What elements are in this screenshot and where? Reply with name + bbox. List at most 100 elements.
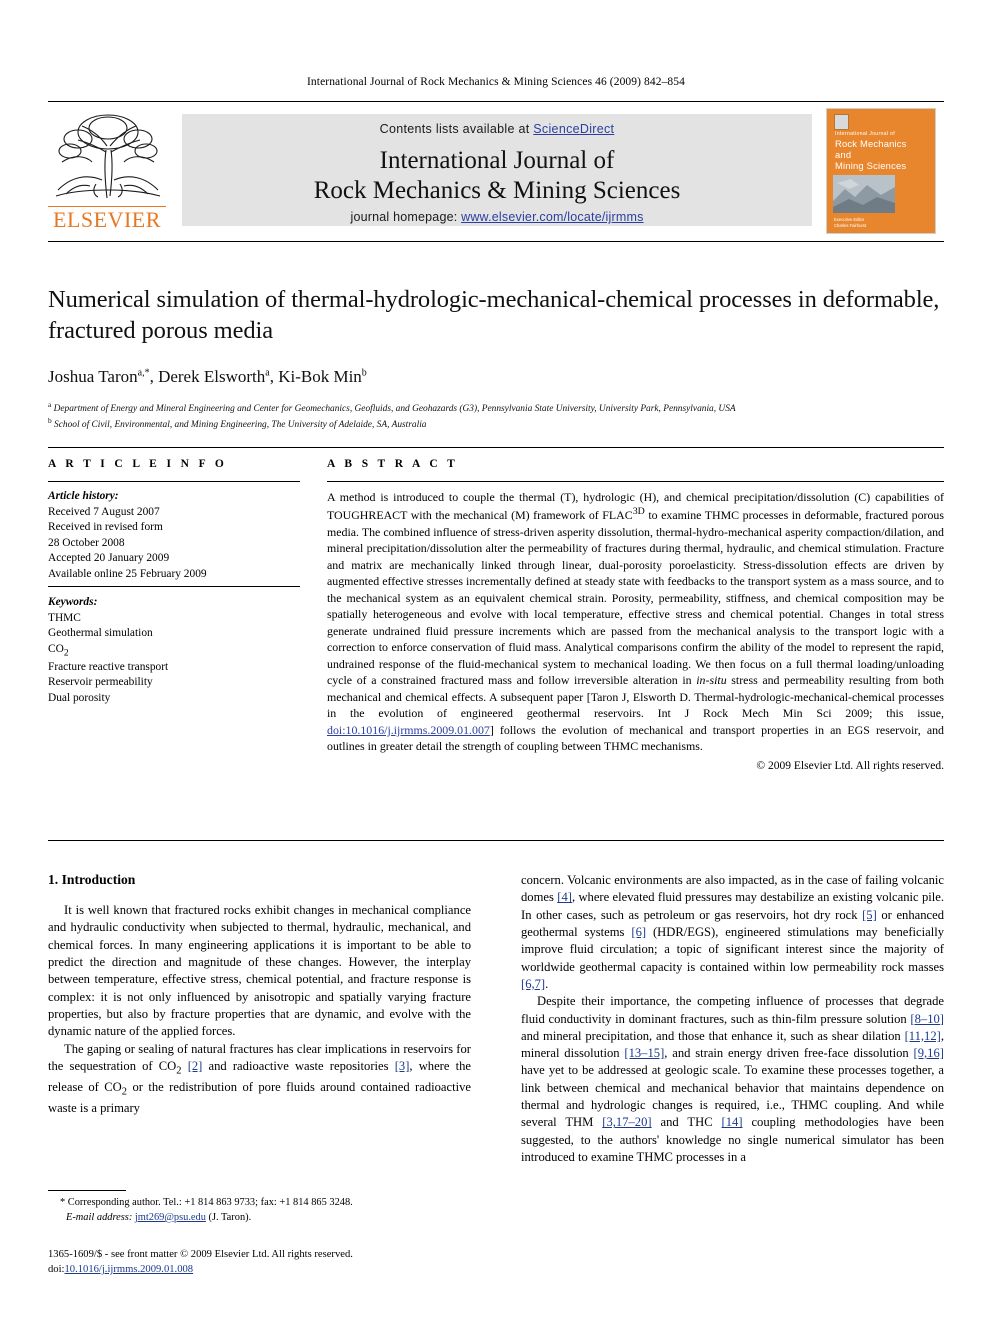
citation-ref[interactable]: [2] — [188, 1059, 203, 1073]
contents-lists-line: Contents lists available at ScienceDirec… — [182, 122, 812, 136]
abstract-text: A method is introduced to couple the the… — [327, 489, 944, 755]
journal-homepage-line: journal homepage: www.elsevier.com/locat… — [182, 210, 812, 224]
article-history-item: Received 7 August 2007 — [48, 505, 160, 518]
article-history-label: Article history: — [48, 490, 119, 502]
subscript: 2 — [176, 1065, 182, 1077]
citation-ref[interactable]: [3,17–20] — [602, 1115, 651, 1129]
cover-title-line2: and — [835, 149, 852, 161]
journal-homepage-link[interactable]: www.elsevier.com/locate/ijrmms — [461, 210, 643, 224]
affiliations: a Department of Energy and Mineral Engin… — [48, 400, 944, 433]
journal-cover-thumbnail: International Journal of Rock Mechanics … — [826, 108, 936, 234]
contents-lists-prefix: Contents lists available at — [379, 122, 534, 136]
footnote-rule — [48, 1190, 126, 1191]
article-info-column: A R T I C L E I N F O Article history: R… — [48, 458, 300, 706]
keyword-item: Dual porosity — [48, 691, 111, 704]
para-text: and mineral precipitation, and those tha… — [521, 1028, 905, 1043]
journal-masthead: ELSEVIER Contents lists available at Sci… — [48, 104, 944, 236]
para-text: , and strain energy driven free-face dis… — [664, 1046, 914, 1061]
abstract-part2: to examine THMC processes in deformable,… — [327, 508, 945, 688]
article-history-item: 28 October 2008 — [48, 536, 125, 549]
sciencedirect-link[interactable]: ScienceDirect — [533, 122, 614, 136]
journal-title-line2: Rock Mechanics & Mining Sciences — [313, 176, 681, 204]
article-history-item: Accepted 20 January 2009 — [48, 552, 170, 564]
keyword-item: Fracture reactive transport — [48, 660, 169, 673]
email-label: E-mail address: — [66, 1211, 133, 1223]
citation-ref[interactable]: [9,16] — [914, 1046, 944, 1060]
abstract-column: A B S T R A C T A method is introduced t… — [327, 458, 944, 772]
email-link[interactable]: jmt269@psu.edu — [135, 1212, 206, 1223]
info-section-bottom-rule — [48, 840, 944, 841]
paragraph: It is well known that fractured rocks ex… — [48, 903, 471, 1039]
cover-subtitle: International Journal of — [835, 131, 895, 137]
article-history-item: Available online 25 February 2009 — [48, 567, 207, 580]
para-text: . — [545, 976, 549, 991]
page-title: Numerical simulation of thermal-hydrolog… — [48, 286, 940, 344]
keywords-label: Keywords: — [48, 596, 98, 608]
section-heading-introduction: 1. Introduction — [48, 872, 136, 887]
cover-title-line1: Rock Mechanics — [835, 138, 907, 149]
keyword-item: Geothermal simulation — [48, 627, 153, 639]
elsevier-tree-icon — [55, 114, 161, 199]
email-note: E-mail address: jmt269@psu.edu (J. Taron… — [48, 1211, 471, 1226]
flac-superscript: 3D — [632, 506, 645, 518]
citation-ref[interactable]: [6] — [631, 925, 646, 939]
running-head: International Journal of Rock Mechanics … — [307, 76, 685, 88]
citation-ref[interactable]: [8–10] — [910, 1012, 944, 1026]
article-history: Article history: Received 7 August 2007 … — [48, 489, 300, 582]
article-history-item: Received in revised form — [48, 521, 163, 533]
para-text: and THC — [651, 1115, 722, 1130]
footer-doi-link[interactable]: 10.1016/j.ijrmms.2009.01.008 — [64, 1264, 193, 1275]
cover-title: Rock Mechanics and Mining Sciences — [835, 138, 933, 171]
footer-doi-line: doi:10.1016/j.ijrmms.2009.01.008 — [48, 1262, 488, 1277]
citation-ref[interactable]: [4] — [557, 890, 572, 904]
article-info-heading: A R T I C L E I N F O — [48, 458, 228, 470]
citation-ref[interactable]: [11,12] — [905, 1029, 941, 1043]
citation-ref[interactable]: [14] — [722, 1115, 743, 1129]
cover-photo-image — [833, 175, 895, 213]
email-suffix: (J. Taron). — [208, 1211, 252, 1223]
keyword-item: Reservoir permeability — [48, 676, 153, 689]
journal-title: International Journal of Rock Mechanics … — [182, 146, 812, 205]
cover-publisher-badge-icon — [834, 114, 849, 130]
para-text: and radioactive waste repositories — [202, 1058, 395, 1073]
elsevier-logo: ELSEVIER — [48, 106, 166, 234]
citation-ref[interactable]: [5] — [862, 908, 877, 922]
elsevier-wordmark: ELSEVIER — [48, 206, 166, 231]
affiliation-b: b School of Civil, Environmental, and Mi… — [48, 416, 427, 431]
info-section-top-rule — [48, 447, 944, 448]
footer-issn-block: 1365-1609/$ - see front matter © 2009 El… — [48, 1247, 488, 1278]
affiliation-a-text: Department of Energy and Mineral Enginee… — [53, 403, 736, 414]
journal-title-line1: International Journal of — [379, 147, 615, 174]
body-column-right: concern. Volcanic environments are also … — [521, 872, 944, 1166]
affiliation-b-text: School of Civil, Environmental, and Mini… — [54, 420, 427, 431]
in-situ-italic: in-situ — [696, 673, 727, 688]
paragraph: The gaping or sealing of natural fractur… — [48, 1041, 471, 1118]
masthead-grey-band: Contents lists available at ScienceDirec… — [182, 114, 812, 226]
abstract-rule — [327, 481, 944, 482]
journal-homepage-prefix: journal homepage: — [350, 210, 462, 224]
author-list: Joshua Tarona,*, Derek Elswortha, Ki-Bok… — [48, 366, 367, 386]
citation-ref[interactable]: [13–15] — [624, 1046, 664, 1060]
title-block: Numerical simulation of thermal-hydrolog… — [48, 285, 944, 433]
affiliation-a: a Department of Energy and Mineral Engin… — [48, 399, 736, 414]
article-info-rule — [48, 481, 300, 482]
citation-ref[interactable]: [6,7] — [521, 977, 545, 991]
issn-line: 1365-1609/$ - see front matter © 2009 El… — [48, 1249, 353, 1260]
cover-rock-illustration-icon — [833, 175, 895, 213]
footnote-block: * Corresponding author. Tel.: +1 814 863… — [48, 1196, 471, 1226]
doi-label: doi: — [48, 1264, 65, 1276]
body-column-left: 1. Introduction It is well known that fr… — [48, 872, 471, 1117]
abstract-copyright: © 2009 Elsevier Ltd. All rights reserved… — [756, 759, 944, 772]
corresponding-author-note: * Corresponding author. Tel.: +1 814 863… — [60, 1197, 353, 1208]
cover-footer-text: Executive Editor Charles Fairhurst — [834, 217, 894, 230]
abstract-doi-link[interactable]: doi:10.1016/j.ijrmms.2009.01.007 — [327, 723, 490, 737]
keywords-list: Keywords: THMC Geothermal simulation CO2… — [48, 595, 300, 706]
keywords-rule — [48, 586, 300, 587]
citation-ref[interactable]: [3] — [395, 1059, 410, 1073]
masthead-top-rule — [48, 101, 944, 102]
cover-footer-line2: Charles Fairhurst — [834, 223, 867, 229]
paragraph: concern. Volcanic environments are also … — [521, 872, 944, 993]
keyword-item: CO2 — [48, 642, 69, 658]
para-text: Despite their importance, the competing … — [521, 994, 944, 1026]
paragraph: Despite their importance, the competing … — [521, 993, 944, 1166]
